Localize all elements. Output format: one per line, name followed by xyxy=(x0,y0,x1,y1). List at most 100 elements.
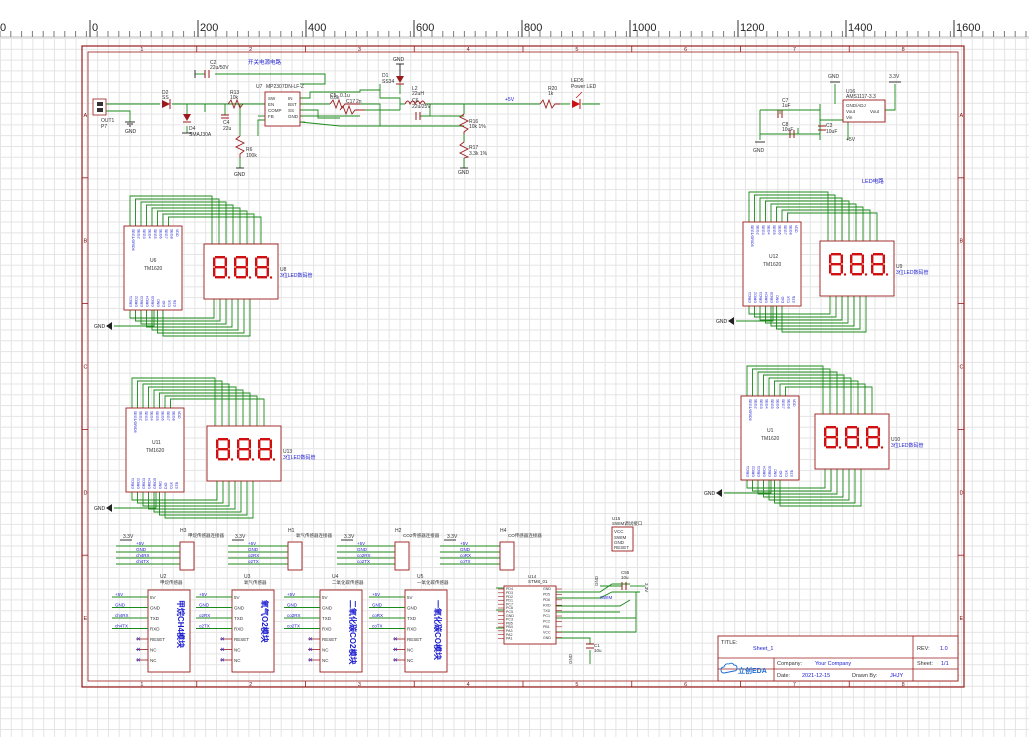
schematic-sheet[interactable]: 1 1 2 2 3 3 4 4 5 5 6 6 7 7 8 8 A A B B C C D D E E 开关电源电路 OUT1 P… xyxy=(0,38,1029,737)
tm1620-pin-label: SEG3 xyxy=(761,225,765,235)
tm1620-pin-label: VDD xyxy=(792,399,796,407)
sensor-title: 一氧化碳传感器 xyxy=(417,579,449,586)
ldo-pin-vout2: Vout xyxy=(870,109,880,114)
ldo-section[interactable]: C7 1uF C8 10uF C3 10uF U16 AMS1117-3.3 G… xyxy=(753,74,901,154)
tm1620-pin-label: SEG4 xyxy=(767,225,771,235)
p7-label: P7 xyxy=(101,124,107,130)
tvs-d4[interactable] xyxy=(183,114,191,121)
swim-module[interactable]: U15 SWIM调试接口 VCC SWIM GND RESET xyxy=(611,516,642,552)
schematic-canvas[interactable]: 1 1 2 2 3 3 4 4 5 5 6 6 7 7 8 8 A A B B C C D D E E 开关电源电路 OUT1 P… xyxy=(0,38,1029,737)
resistor-r16[interactable] xyxy=(458,113,470,134)
sensor-header[interactable]: 3.3V+5VGNDch4RXch4TX H3甲烷传感器连接器 xyxy=(116,528,224,571)
diode-d1[interactable] xyxy=(396,76,404,83)
zone-row-label: E xyxy=(84,616,88,622)
sensor-net-label: ch4TX xyxy=(115,624,128,629)
tm1620-pin-label: SEG4 xyxy=(148,229,152,239)
no-connect-icon: ✕ xyxy=(136,658,141,664)
ruler-scale: 0 0 200 400 600 800 1000 1200 1400 1600 xyxy=(0,20,1029,38)
power-supply-section[interactable]: 开关电源电路 OUT1 P7 D2 SS D4 SMAJ30A R13 10k … xyxy=(92,57,600,178)
tm1620-pin-label: SEG2 xyxy=(139,411,143,421)
zone-col-label: 8 xyxy=(902,47,905,53)
rev-value: 1.0 xyxy=(940,646,948,652)
d4-val: SMAJ30A xyxy=(189,132,212,138)
tm1620-pin-label: SEG1/GRID6 xyxy=(748,399,752,421)
tm1620-pin-label: DIO xyxy=(164,482,168,489)
sensor-pin-label: RESET xyxy=(322,637,337,642)
led-display-val: 3位LED数码管 xyxy=(283,454,316,461)
led-display-val: 3位LED数码管 xyxy=(896,269,929,276)
diode-d2[interactable] xyxy=(162,100,170,108)
tm1620-block[interactable]: U11TM1620SEG1/GRID6 SEG2 SEG3 SEG4 SEG5 SEG6 S… xyxy=(94,377,316,519)
tm1620-pin-label: SEG5 xyxy=(772,225,776,235)
r13-val: 10k xyxy=(230,95,239,101)
tm1620-pin-label: GRID5 xyxy=(768,466,772,477)
header-body[interactable] xyxy=(394,541,410,571)
sensor-header[interactable]: 3.3V+5VGNDo2RXo2TX H1氧气传感器连接器 xyxy=(228,528,332,571)
tm1620-pin-label: GRID2 xyxy=(754,292,758,303)
sensor-header[interactable]: 3.3V+5VGNDcoRXcoTX H4CO传感器连接器 xyxy=(440,528,542,571)
tm1620-block[interactable]: U6TM1620SEG1/GRID6 SEG2 SEG3 SEG4 SEG5 SEG6 SE… xyxy=(94,195,313,337)
tm1620-pin-label: GRID4 xyxy=(763,466,767,477)
sensor-modules[interactable]: U2甲烷传感器5V+5VGNDGNDTXDch4RXRXDch4TXRESET✕… xyxy=(112,574,449,673)
mcu-pin-label: TXD xyxy=(543,609,551,613)
resistor-r20[interactable] xyxy=(539,98,560,110)
power-section-title: 开关电源电路 xyxy=(248,58,282,66)
date-label: Date: xyxy=(777,673,791,679)
gnd-arrow-icon xyxy=(728,317,734,325)
tm1620-pin-label: STB xyxy=(790,469,794,477)
gnd-arrow-icon xyxy=(106,322,112,330)
header-net-label: +5V xyxy=(460,541,468,546)
led-power[interactable] xyxy=(572,100,580,108)
tm1620-pin-label: GRID5 xyxy=(151,296,155,307)
mcu-pin-label: PD6 xyxy=(543,598,550,602)
header-body[interactable] xyxy=(179,541,195,571)
u7-pin-sw: SW xyxy=(268,96,276,101)
header-val: 氧气传感器连接器 xyxy=(296,532,332,539)
tm1620-blocks[interactable]: U6TM1620SEG1/GRID6 SEG2 SEG3 SEG4 SEG5 SEG6 SE… xyxy=(94,191,929,519)
tm1620-pin-label: GRID3 xyxy=(757,466,761,477)
sensor-module[interactable]: U2甲烷传感器5V+5VGNDGNDTXDch4RXRXDch4TXRESET✕… xyxy=(112,574,191,673)
gnd-arrow-icon xyxy=(106,504,112,512)
dc-jack[interactable] xyxy=(92,98,107,116)
led-section-title: LED电路 xyxy=(862,177,884,185)
zone-col-label: 1 xyxy=(140,47,143,53)
zone-col-label: 3 xyxy=(358,682,361,688)
header-val: CO传感器连接器 xyxy=(508,532,542,539)
header-body[interactable] xyxy=(287,541,303,571)
header-body[interactable] xyxy=(499,541,515,571)
title-block[interactable]: TITLE: Sheet_1 REV: 1.0 Company: Your Co… xyxy=(717,635,959,682)
sensor-title: 二氧化碳传感器 xyxy=(332,579,364,586)
tm1620-pin-label: GRID3 xyxy=(142,478,146,489)
sensor-header[interactable]: 3.3V+5VGNDco2RXco2TX H2CO2传感器连接器 xyxy=(337,528,440,571)
mcu-pin-label: GND xyxy=(543,636,551,640)
resistor-r6[interactable] xyxy=(234,135,246,158)
zone-row-label: B xyxy=(84,239,88,245)
resistor-r17[interactable] xyxy=(458,141,470,159)
sensor-module[interactable]: U5一氧化碳传感器5V+5VGNDGNDTXDcoRXRXDcoTXRESET✕… xyxy=(369,574,449,673)
u7-pin-en: EN xyxy=(268,102,274,107)
sensor-module[interactable]: U3氧气传感器5V+5VGNDGNDTXDo2RXRXDo2TXRESET✕NC… xyxy=(196,574,275,673)
zone-col-label: 8 xyxy=(902,682,905,688)
sensor-pin-label: RXD xyxy=(322,627,332,632)
c55-val: 10u xyxy=(621,575,629,580)
tm1620-pin-label: GRID5 xyxy=(770,292,774,303)
tm1620-pin-label: SEG8 xyxy=(170,229,174,239)
sensor-headers[interactable]: 3.3V+5VGNDch4RXch4TXH3甲烷传感器连接器 3.3V+5VGND… xyxy=(116,528,542,571)
tm1620-pin-label: GRID2 xyxy=(752,466,756,477)
sensor-module[interactable]: U4二氧化碳传感器5V+5VGNDGNDTXDco2RXRXDco2TXRESE… xyxy=(284,574,364,673)
tm1620-pin-label: SEG7 xyxy=(781,399,785,409)
zone-col-label: 6 xyxy=(684,47,687,53)
tm1620-pin-label: VDD xyxy=(794,225,798,233)
tm1620-block[interactable]: U12TM1620SEG1/GRID6 SEG2 SEG3 SEG4 SEG5 SEG6 S… xyxy=(716,191,929,333)
mcu-section[interactable]: U14 STM8_01 PD4PD3PD2PD1PC7PC6PC5GNDPC3P… xyxy=(496,570,649,664)
no-connect-icon: ✕ xyxy=(393,648,398,654)
tm1620-pin-label: GRID1 xyxy=(131,478,135,489)
tm1620-block[interactable]: U1TM1620SEG1/GRID6 SEG2 SEG3 SEG4 SEG5 SEG6 SE… xyxy=(704,365,924,507)
sheet-label: Sheet: xyxy=(917,661,933,667)
c4-val: 22u xyxy=(223,126,232,132)
no-connect-icon: ✕ xyxy=(136,637,141,643)
tm1620-pin-label: STB xyxy=(792,295,796,303)
sheet-title[interactable]: Sheet_1 xyxy=(753,646,774,652)
tm1620-pin-label: GRID1 xyxy=(746,466,750,477)
sensor-pin-label: TXD xyxy=(407,616,417,621)
